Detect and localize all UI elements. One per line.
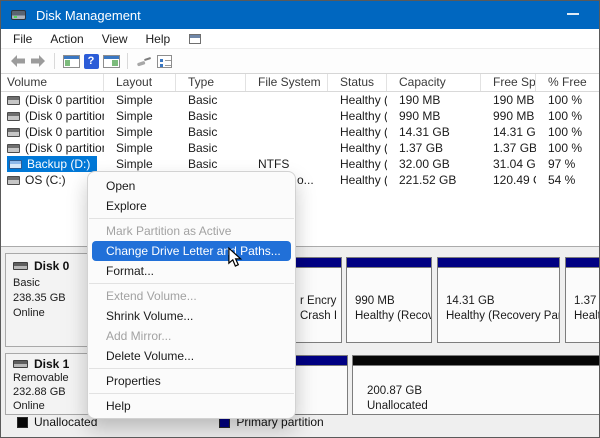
volume-name: OS (C:) xyxy=(25,172,66,188)
menu-view[interactable]: View xyxy=(93,30,137,48)
toolbar-separator xyxy=(54,53,55,69)
legend-unallocated: Unallocated xyxy=(17,415,97,429)
table-row-selected[interactable]: Backup (D:) Simple Basic NTFS Healthy (A… xyxy=(1,156,600,172)
menu-bar: File Action View Help xyxy=(1,29,600,49)
volume-icon xyxy=(7,96,20,105)
primary-partition-bar xyxy=(438,258,559,268)
mouse-cursor xyxy=(227,247,243,274)
menu-separator xyxy=(89,393,294,394)
table-row[interactable]: (Disk 0 partition 6) Simple Basic Health… xyxy=(1,140,600,156)
partition-block-14gb[interactable]: 14.31 GB Healthy (Recovery Partit xyxy=(437,257,560,343)
volume-icon xyxy=(9,160,22,169)
back-arrow-icon[interactable] xyxy=(8,52,28,70)
menu-separator xyxy=(89,218,294,219)
help-icon[interactable]: ? xyxy=(81,52,101,70)
unallocated-bar xyxy=(353,356,600,366)
volume-name: (Disk 0 partition 6) xyxy=(25,140,104,156)
volume-icon xyxy=(7,128,20,137)
show-action-pane-icon[interactable] xyxy=(101,52,121,70)
volume-name: (Disk 0 partition 1) xyxy=(25,92,104,108)
volume-icon xyxy=(7,144,20,153)
disk-management-window: Disk Management File Action View Help ? xyxy=(0,0,600,438)
menu-item-mark-partition-active: Mark Partition as Active xyxy=(88,221,295,241)
window-title: Disk Management xyxy=(36,8,141,23)
primary-partition-bar xyxy=(566,258,600,268)
col-capacity[interactable]: Capacity xyxy=(387,74,481,91)
menu-item-explore[interactable]: Explore xyxy=(88,196,295,216)
table-row[interactable]: (Disk 0 partition 4) Simple Basic Health… xyxy=(1,108,600,124)
volume-name: Backup (D:) xyxy=(27,156,90,172)
table-row[interactable]: (Disk 0 partition 5) Simple Basic Health… xyxy=(1,124,600,140)
menu-item-help[interactable]: Help xyxy=(88,396,295,416)
selection-highlight: Backup (D:) xyxy=(7,156,97,172)
volume-list-header: Volume Layout Type File System Status Ca… xyxy=(1,74,600,92)
partition-block-990mb[interactable]: 990 MB Healthy (Recove xyxy=(346,257,432,343)
menu-file[interactable]: File xyxy=(4,30,41,48)
menu-item-properties[interactable]: Properties xyxy=(88,371,295,391)
col-type[interactable]: Type xyxy=(176,74,246,91)
disk-label: Disk 0 xyxy=(34,259,69,273)
partition-block-1gb[interactable]: 1.37 GB Healthy ( xyxy=(565,257,600,343)
menu-help[interactable]: Help xyxy=(137,30,180,48)
col-pct-free[interactable]: % Free xyxy=(536,74,600,91)
partition-block-unallocated[interactable]: 200.87 GB Unallocated xyxy=(352,355,600,415)
volume-name: (Disk 0 partition 5) xyxy=(25,124,104,140)
menu-item-delete-volume[interactable]: Delete Volume... xyxy=(88,346,295,366)
volume-name: (Disk 0 partition 4) xyxy=(25,108,104,124)
toolbar-separator xyxy=(127,53,128,69)
menu-item-shrink-volume[interactable]: Shrink Volume... xyxy=(88,306,295,326)
disk-label: Disk 1 xyxy=(34,357,69,371)
col-file-system[interactable]: File System xyxy=(246,74,328,91)
menu-item-format[interactable]: Format... xyxy=(88,261,295,281)
col-free-space[interactable]: Free Sp... xyxy=(481,74,536,91)
disk-icon xyxy=(13,360,28,368)
context-menu: Open Explore Mark Partition as Active Ch… xyxy=(87,171,296,419)
volume-icon xyxy=(7,112,20,121)
show-console-tree-icon[interactable] xyxy=(61,52,81,70)
disk-icon xyxy=(13,262,28,270)
col-status[interactable]: Status xyxy=(328,74,387,91)
col-layout[interactable]: Layout xyxy=(104,74,176,91)
disk-tools-icon[interactable] xyxy=(134,52,154,70)
view-options-icon[interactable] xyxy=(154,52,174,70)
volume-icon xyxy=(7,176,20,185)
menu-item-open[interactable]: Open xyxy=(88,176,295,196)
menu-item-change-drive-letter[interactable]: Change Drive Letter and Paths... xyxy=(92,241,291,261)
minimize-button[interactable] xyxy=(567,13,579,15)
unallocated-swatch xyxy=(17,417,28,428)
disk-management-icon xyxy=(11,8,27,22)
col-volume[interactable]: Volume xyxy=(1,74,104,91)
toolbar: ? xyxy=(1,49,600,74)
forward-arrow-icon[interactable] xyxy=(28,52,48,70)
menu-item-extend-volume: Extend Volume... xyxy=(88,286,295,306)
table-row[interactable]: (Disk 0 partition 1) Simple Basic Health… xyxy=(1,92,600,108)
child-window-icon xyxy=(189,34,201,44)
menu-separator xyxy=(89,283,294,284)
title-bar: Disk Management xyxy=(1,1,600,29)
primary-partition-bar xyxy=(347,258,431,268)
menu-item-add-mirror: Add Mirror... xyxy=(88,326,295,346)
menu-separator xyxy=(89,368,294,369)
menu-action[interactable]: Action xyxy=(41,30,92,48)
